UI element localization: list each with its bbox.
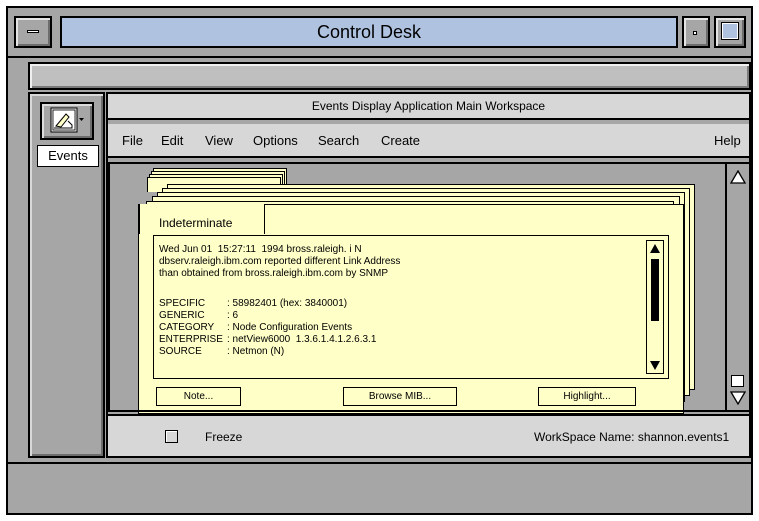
content-bottom-edge xyxy=(110,410,725,412)
title-bar: Control Desk xyxy=(8,8,751,58)
minus-icon xyxy=(27,30,39,33)
toolbar-strip xyxy=(28,62,751,90)
field-key-enterprise: ENTERPRISE xyxy=(159,334,223,345)
window-menu-button[interactable] xyxy=(14,16,52,48)
event-message-line: than obtained from bross.raleigh.ibm.com… xyxy=(159,268,388,279)
menu-file[interactable]: File xyxy=(122,133,143,148)
menu-view[interactable]: View xyxy=(205,133,233,148)
field-key-category: CATEGORY xyxy=(159,322,215,333)
window-title: Control Desk xyxy=(60,16,678,48)
maximize-button[interactable] xyxy=(714,16,746,48)
minimize-button[interactable] xyxy=(682,16,710,48)
detail-scrollbar[interactable] xyxy=(646,240,664,374)
menu-help[interactable]: Help xyxy=(714,133,741,148)
field-value-category: : Node Configuration Events xyxy=(227,322,353,333)
card-tab-label: Indeterminate xyxy=(159,216,233,230)
menu-bar: File Edit View Options Search Create Hel… xyxy=(108,124,749,158)
field-value-specific: : 58982401 (hex: 3840001) xyxy=(227,298,348,309)
event-card[interactable]: Indeterminate Wed Jun 01 15:27:11 1994 b… xyxy=(138,204,684,414)
menu-options[interactable]: Options xyxy=(253,133,298,148)
bottom-panel xyxy=(8,462,751,513)
freeze-label: Freeze xyxy=(205,430,243,444)
minimize-icon xyxy=(693,31,697,35)
workspace-title: Events Display Application Main Workspac… xyxy=(108,94,749,120)
status-bar: Freeze WorkSpace Name: shannon.events1 xyxy=(108,414,749,456)
menu-edit[interactable]: Edit xyxy=(161,133,183,148)
note-button[interactable]: Note... xyxy=(156,387,241,406)
menu-create[interactable]: Create xyxy=(381,133,420,148)
maximize-icon xyxy=(721,22,739,40)
events-icon xyxy=(50,107,84,133)
events-workspace-window: Events Display Application Main Workspac… xyxy=(106,92,751,458)
workspace-name: WorkSpace Name: shannon.events1 xyxy=(534,430,730,444)
event-header-line: Wed Jun 01 15:27:11 1994 bross.raleigh. … xyxy=(159,244,362,255)
event-cards-area: Indeterminate Wed Jun 01 15:27:11 1994 b… xyxy=(108,162,749,414)
scroll-up-icon[interactable] xyxy=(730,170,746,184)
menu-search[interactable]: Search xyxy=(318,133,359,148)
scroll-down-arrow-icon[interactable] xyxy=(650,361,660,370)
field-value-generic: : 6 xyxy=(227,310,239,321)
event-detail-box: Wed Jun 01 15:27:11 1994 bross.raleigh. … xyxy=(153,235,669,379)
browse-mib-button[interactable]: Browse MIB... xyxy=(343,387,457,406)
event-message-line: dbserv.raleigh.ibm.com reported differen… xyxy=(159,256,401,267)
events-app-icon[interactable] xyxy=(40,102,94,140)
events-label[interactable]: Events xyxy=(37,145,99,167)
field-value-enterprise: : netView6000 1.3.6.1.4.1.2.6.3.1 xyxy=(227,334,377,345)
field-value-source: : Netmon (N) xyxy=(227,346,285,357)
detail-scroll-thumb[interactable] xyxy=(651,259,659,321)
workspace-scrollbar[interactable] xyxy=(725,164,749,410)
scroll-down-icon[interactable] xyxy=(730,391,746,405)
field-key-specific: SPECIFIC xyxy=(159,298,206,309)
application-icon-panel: Events xyxy=(28,92,105,458)
field-key-generic: GENERIC xyxy=(159,310,205,321)
scroll-box-icon[interactable] xyxy=(731,375,744,387)
freeze-checkbox[interactable] xyxy=(165,430,178,443)
highlight-button[interactable]: Highlight... xyxy=(538,387,636,406)
field-key-source: SOURCE xyxy=(159,346,202,357)
control-desk-window: Control Desk Events Events Display Appli… xyxy=(6,6,753,515)
scroll-up-arrow-icon[interactable] xyxy=(650,244,660,253)
